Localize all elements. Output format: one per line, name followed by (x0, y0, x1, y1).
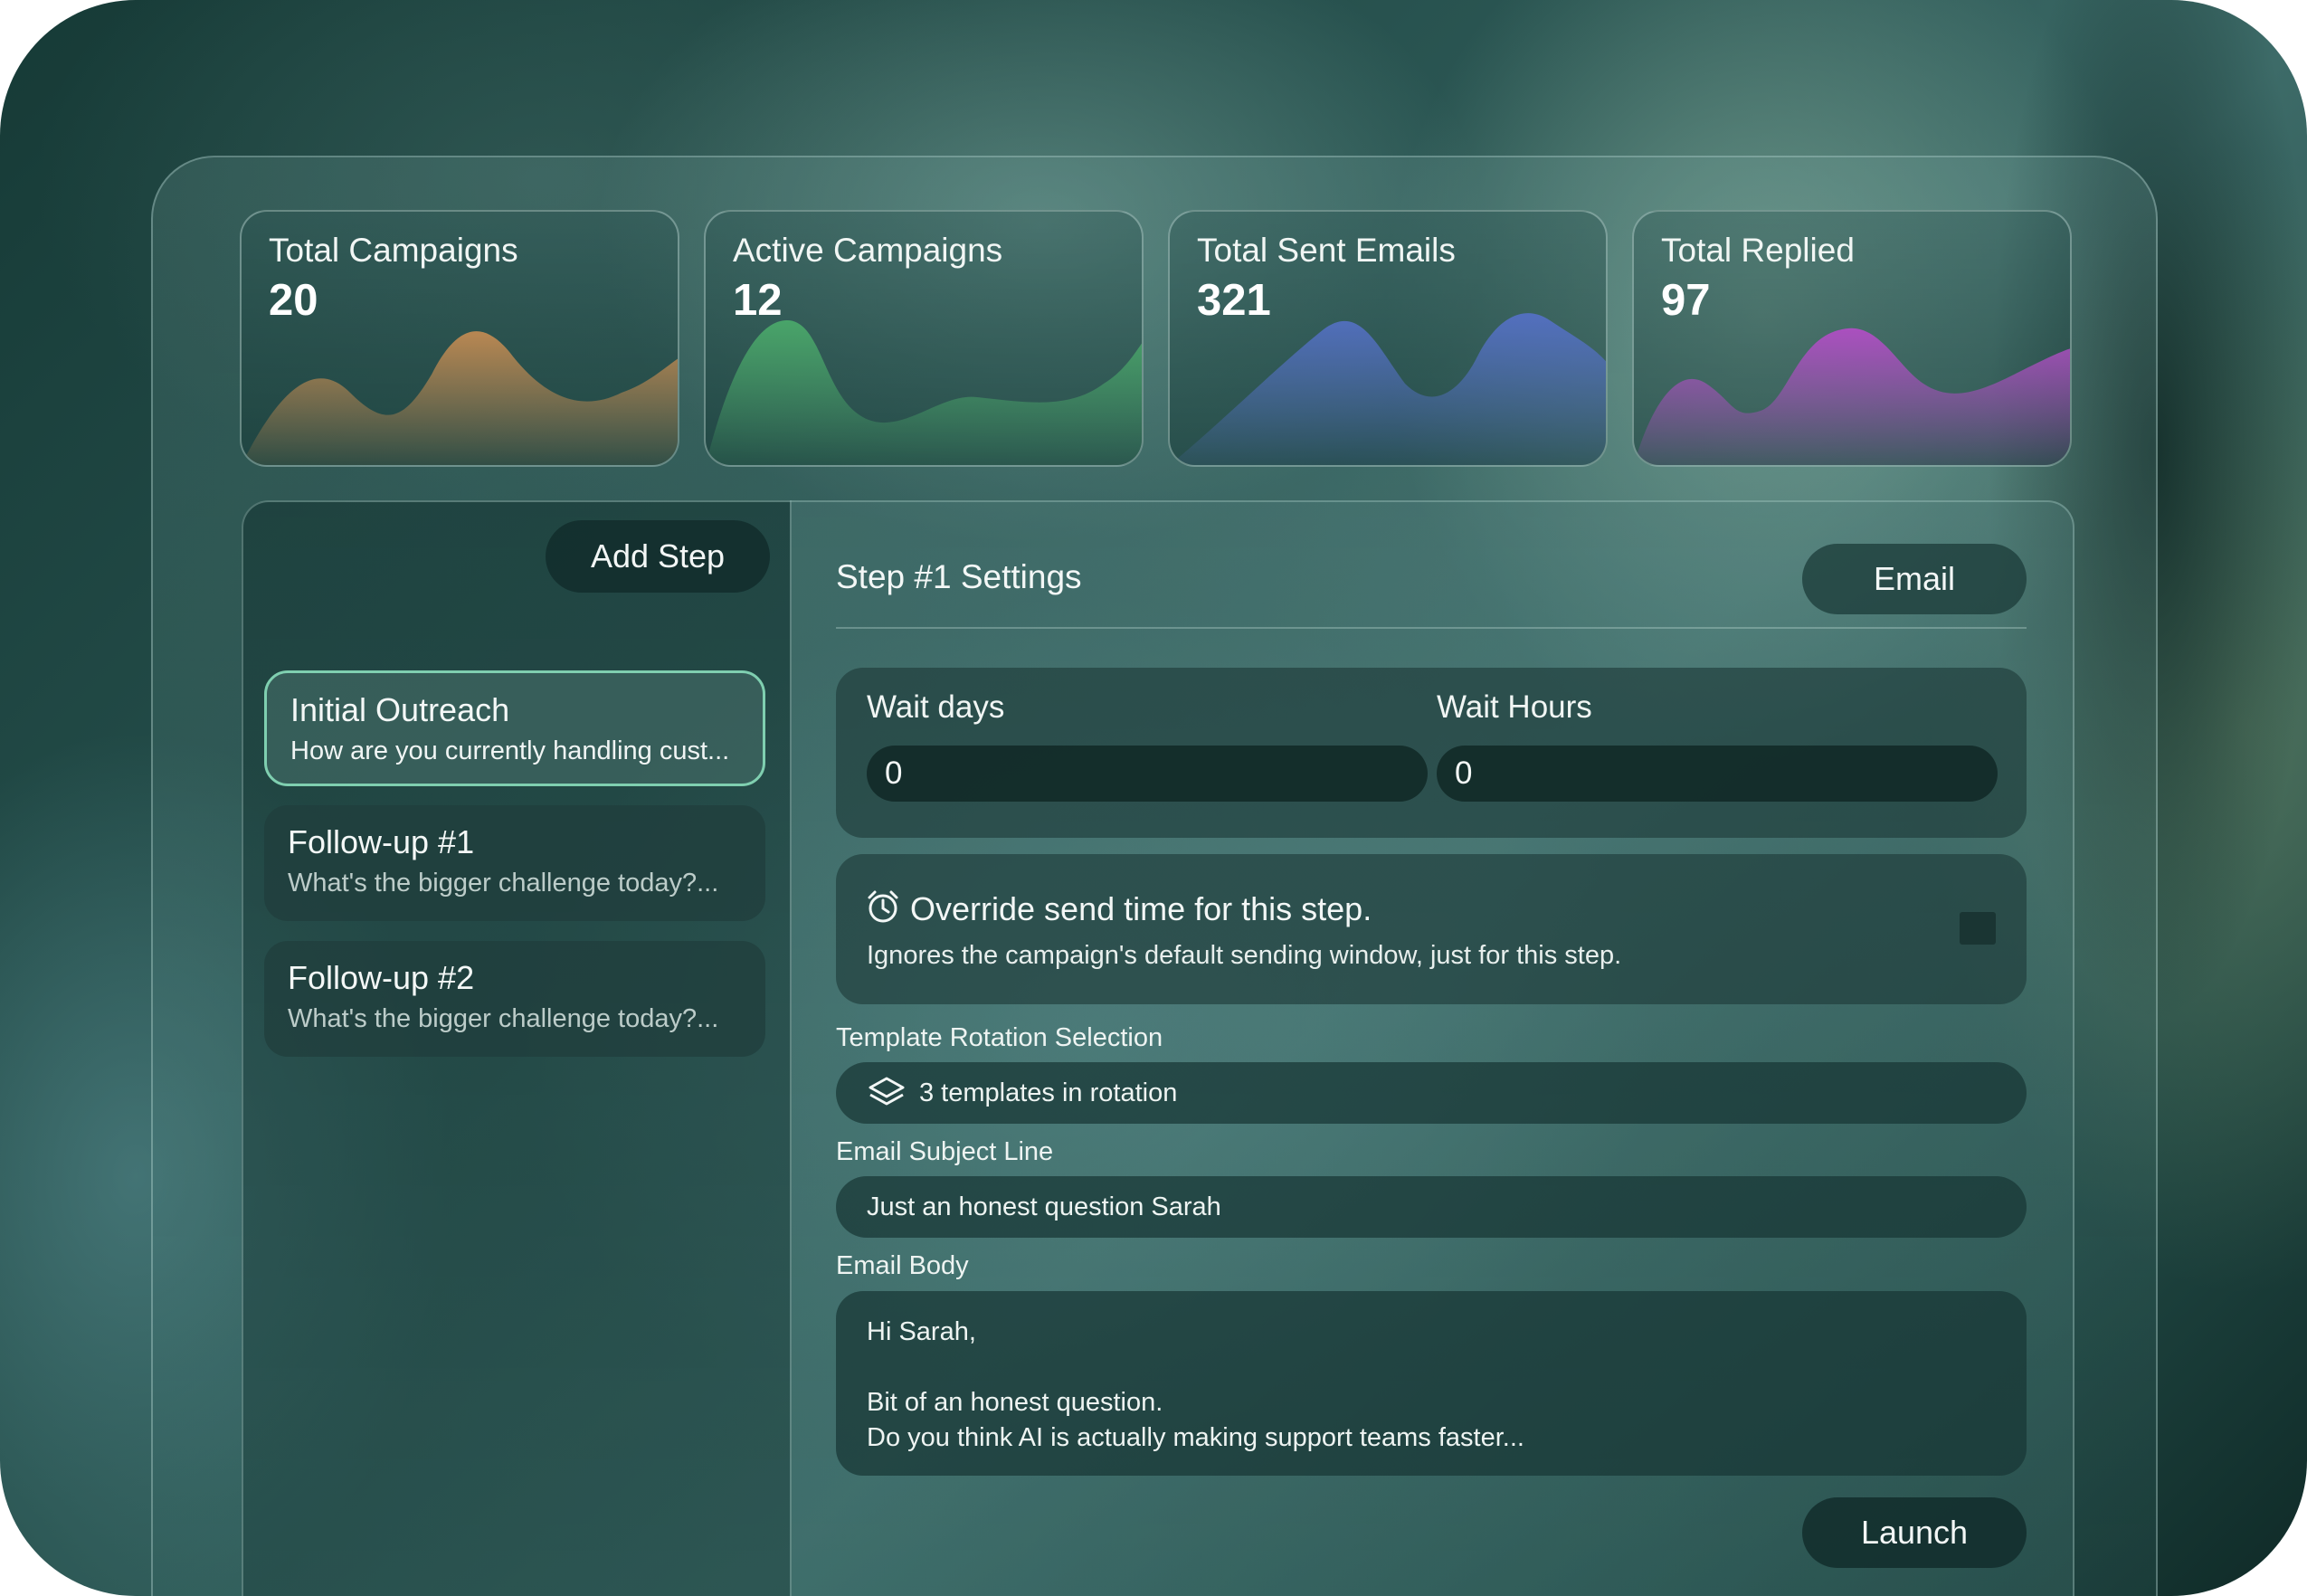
step-type-button[interactable]: Email (1802, 544, 2027, 614)
settings-title: Step #1 Settings (836, 558, 1082, 595)
email-body-label: Email Body (836, 1251, 969, 1280)
sparkline-chart (1170, 313, 1606, 465)
template-rotation-label: Template Rotation Selection (836, 1023, 1163, 1052)
step-name: Initial Outreach (290, 691, 510, 728)
divider (836, 627, 2027, 629)
step-card-follow-up-2[interactable]: Follow-up #2 What's the bigger challenge… (264, 941, 765, 1057)
sparkline-area (706, 320, 1142, 465)
template-rotation-value: 3 templates in rotation (919, 1078, 1178, 1107)
stat-card-total-sent-emails: Total Sent Emails 321 (1168, 210, 1608, 467)
wait-hours-input[interactable]: 0 (1437, 746, 1998, 802)
app-screen: Total Campaigns 20 Active Campaigns 12 T… (0, 0, 2307, 1596)
layers-icon (869, 1077, 905, 1106)
step-name: Follow-up #2 (288, 959, 475, 996)
stat-title: Total Sent Emails (1197, 232, 1456, 269)
step-preview: What's the bigger challenge today?... (288, 869, 719, 898)
sparkline-area (1634, 328, 2070, 465)
wait-days-input[interactable]: 0 (867, 746, 1428, 802)
stat-card-total-campaigns: Total Campaigns 20 (240, 210, 679, 467)
override-title: Override send time for this step. (910, 890, 1372, 927)
step-name: Follow-up #1 (288, 823, 475, 860)
alarm-clock-icon (868, 890, 898, 923)
email-subject-label: Email Subject Line (836, 1137, 1054, 1166)
email-body-line: Do you think AI is actually making suppo… (867, 1423, 1524, 1452)
template-rotation-select[interactable]: 3 templates in rotation (836, 1062, 2027, 1124)
override-checkbox[interactable] (1960, 912, 1996, 945)
stat-title: Total Replied (1661, 232, 1855, 269)
add-step-button[interactable]: Add Step (546, 520, 770, 593)
step-preview: How are you currently handling cust... (290, 736, 730, 765)
step-card-initial-outreach[interactable]: Initial Outreach How are you currently h… (264, 670, 765, 786)
stat-card-active-campaigns: Active Campaigns 12 (704, 210, 1144, 467)
override-send-time-box (836, 854, 2027, 1004)
sparkline-chart (242, 331, 678, 465)
sparkline-area (1170, 313, 1606, 465)
email-body-textarea[interactable]: Hi Sarah, Bit of an honest question. Do … (836, 1291, 2027, 1476)
launch-button[interactable]: Launch (1802, 1497, 2027, 1568)
email-subject-input[interactable]: Just an honest question Sarah (836, 1176, 2027, 1238)
sparkline-chart (1634, 328, 2070, 465)
wait-hours-label: Wait Hours (1437, 689, 1592, 725)
email-body-line: Hi Sarah, (867, 1317, 976, 1346)
override-description: Ignores the campaign's default sending w… (867, 941, 1622, 970)
email-body-line (867, 1350, 1996, 1385)
step-preview: What's the bigger challenge today?... (288, 1004, 719, 1033)
stat-title: Total Campaigns (269, 232, 518, 269)
stat-card-total-replied: Total Replied 97 (1632, 210, 2072, 467)
step-card-follow-up-1[interactable]: Follow-up #1 What's the bigger challenge… (264, 805, 765, 921)
wait-days-label: Wait days (867, 689, 1005, 725)
sparkline-area (242, 331, 678, 465)
stat-title: Active Campaigns (733, 232, 1003, 269)
sparkline-chart (706, 320, 1142, 465)
email-body-line: Bit of an honest question. (867, 1388, 1163, 1417)
